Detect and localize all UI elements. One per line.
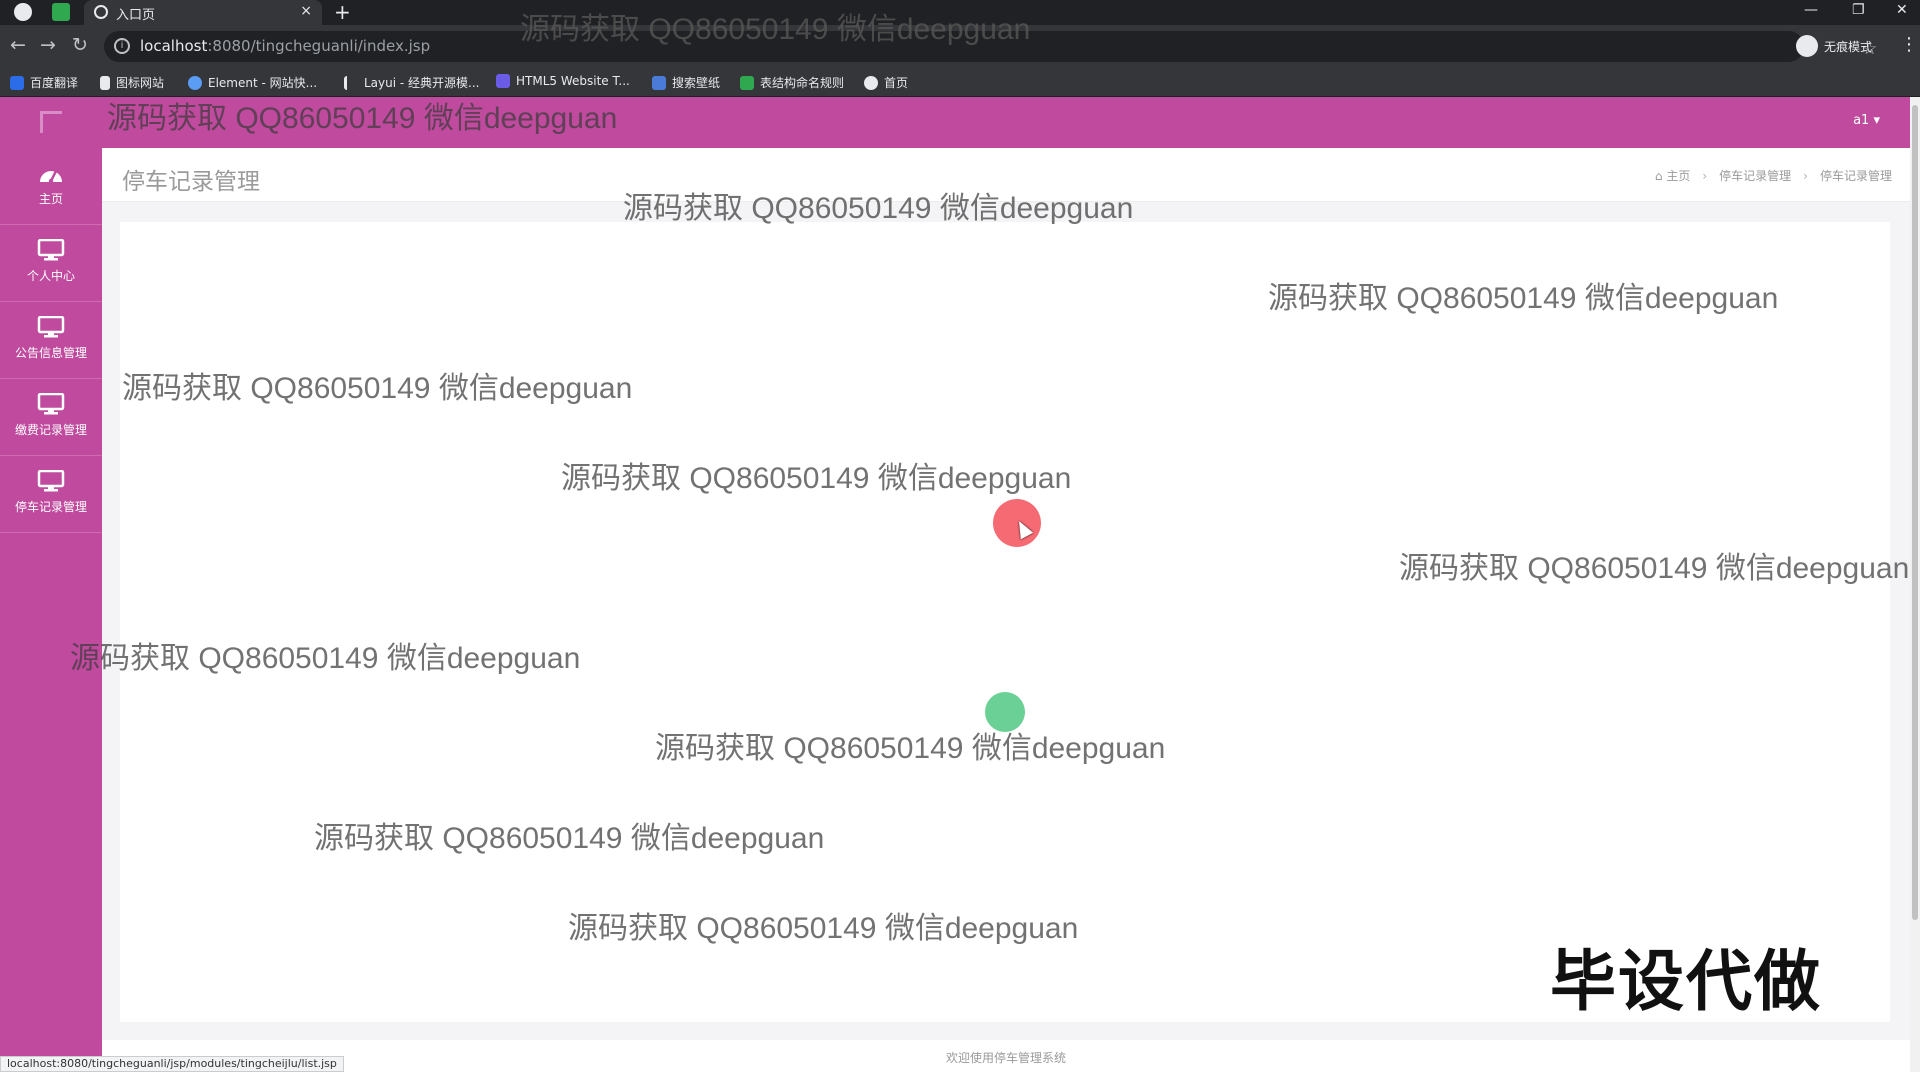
bookmark-label: 表结构命名规则 — [760, 76, 845, 90]
stamp-text: 毕设代做 — [1550, 943, 1822, 1020]
element-icon — [188, 75, 202, 90]
monitor-icon — [37, 239, 65, 261]
monitor-icon — [37, 316, 65, 338]
sidebar: 主页 个人中心 公告信息管理 缴费记录管理 停车记录管理 — [0, 97, 102, 1072]
layui-icon — [344, 75, 358, 90]
sidebar-item-label: 停车记录管理 — [14, 500, 87, 514]
sidebar-item-notices[interactable]: 公告信息管理 — [0, 302, 102, 379]
page-scrollbar[interactable] — [1910, 97, 1920, 1072]
wallpaper-icon — [652, 75, 666, 90]
footer: 欢迎使用停车管理系统 — [102, 1040, 1910, 1072]
breadcrumb-item: 停车记录管理 — [1819, 169, 1892, 183]
sidebar-item-payments[interactable]: 缴费记录管理 — [0, 379, 102, 456]
page-header: 停车记录管理 ⌂ 主页 › 停车记录管理 › 停车记录管理 — [102, 148, 1910, 202]
browser-menu-icon[interactable] — [14, 3, 32, 21]
sidebar-item-home[interactable]: 主页 — [0, 148, 102, 225]
back-icon[interactable]: ← — [10, 34, 26, 56]
scrollbar-thumb[interactable] — [1912, 105, 1918, 920]
bookmark-item[interactable]: 图标网站 — [100, 74, 164, 91]
breadcrumb-home[interactable]: ⌂ 主页 — [1655, 167, 1690, 184]
user-menu[interactable]: a1 ▾ — [1853, 113, 1880, 128]
bookmark-label: 图标网站 — [116, 76, 165, 90]
chevron-right-icon: › — [1803, 168, 1808, 183]
window-close-icon[interactable]: ✕ — [1896, 2, 1908, 18]
bookmark-item[interactable]: Element - 网站快... — [188, 74, 317, 91]
monitor-icon — [37, 470, 65, 492]
tab-close-icon[interactable]: × — [300, 3, 312, 19]
click-indicator — [985, 692, 1025, 732]
breadcrumb-label: 主页 — [1666, 169, 1691, 183]
dashboard-icon — [40, 170, 62, 184]
bookmark-item[interactable]: HTML5 Website T... — [496, 74, 630, 88]
chevron-right-icon: › — [1702, 168, 1708, 183]
globe-icon — [864, 75, 878, 90]
page-title: 停车记录管理 — [122, 169, 260, 195]
more-menu-icon[interactable]: ⋮ — [1900, 34, 1918, 55]
bookmark-item[interactable]: 表结构命名规则 — [740, 74, 844, 91]
address-toolbar: ← → ↻ i localhost:8080/tingcheguanli/ind… — [0, 25, 1920, 68]
logo — [40, 111, 62, 133]
tab-title: 入口页 — [116, 8, 156, 23]
url-path: :8080/tingcheguanli/index.jsp — [207, 37, 431, 55]
globe-icon — [94, 5, 108, 19]
top-navbar: a1 ▾ — [0, 97, 1920, 148]
bookmark-item[interactable]: 首页 — [864, 74, 908, 91]
bookmark-item[interactable]: 搜索壁纸 — [652, 74, 720, 91]
pinned-tab-icon[interactable] — [52, 3, 70, 21]
app-root: a1 ▾ 主页 个人中心 公告信息管理 缴费记录管理 停车记录管理 停车记录管理… — [0, 97, 1920, 1072]
url-text[interactable]: localhost:8080/tingcheguanli/index.jsp — [140, 37, 430, 55]
html5-icon — [496, 74, 510, 88]
flag-icon — [100, 75, 110, 90]
footer-text: 欢迎使用停车管理系统 — [945, 1051, 1066, 1065]
address-bar[interactable]: i localhost:8080/tingcheguanli/index.jsp… — [104, 31, 1877, 62]
browser-tab-active[interactable]: 入口页 × — [84, 0, 322, 25]
bookmark-label: Element - 网站快... — [208, 76, 318, 90]
sidebar-item-parking[interactable]: 停车记录管理 — [0, 456, 102, 533]
incognito-label[interactable]: 无痕模式 — [1824, 38, 1872, 55]
sheet-icon — [740, 75, 754, 90]
home-icon: ⌂ — [1654, 169, 1663, 183]
breadcrumb-item[interactable]: 停车记录管理 — [1719, 167, 1791, 184]
content-panel — [120, 222, 1890, 1022]
translate-icon — [10, 75, 24, 90]
bookmark-label: Layui - 经典开源模... — [364, 76, 480, 90]
restore-icon[interactable]: ❐ — [1852, 2, 1865, 18]
new-tab-button[interactable]: + — [334, 1, 351, 23]
bookmark-label: 搜索壁纸 — [672, 76, 721, 90]
bookmark-item[interactable]: 百度翻译 — [10, 74, 78, 91]
incognito-icon[interactable] — [1796, 35, 1818, 57]
url-host: localhost — [140, 37, 208, 55]
browser-tab-strip: 入口页 × + — ❐ ✕ — [0, 0, 1920, 25]
minimize-icon[interactable]: — — [1804, 2, 1818, 18]
sidebar-item-label: 缴费记录管理 — [14, 423, 87, 437]
bookmark-item[interactable]: Layui - 经典开源模... — [344, 74, 479, 91]
bookmark-label: 百度翻译 — [30, 76, 79, 90]
monitor-icon — [37, 393, 65, 415]
bookmark-label: 首页 — [884, 76, 909, 90]
forward-icon[interactable]: → — [40, 34, 56, 56]
reload-icon[interactable]: ↻ — [72, 34, 88, 56]
sidebar-item-label: 主页 — [38, 192, 63, 206]
bookmark-label: HTML5 Website T... — [516, 74, 630, 88]
sidebar-item-label: 个人中心 — [26, 269, 75, 283]
breadcrumb: ⌂ 主页 › 停车记录管理 › 停车记录管理 — [1655, 167, 1892, 184]
bookmarks-bar: 百度翻译 图标网站 Element - 网站快... Layui - 经典开源模… — [0, 68, 1920, 97]
sidebar-item-profile[interactable]: 个人中心 — [0, 225, 102, 302]
sidebar-item-label: 公告信息管理 — [14, 346, 87, 360]
info-icon[interactable]: i — [114, 38, 130, 54]
status-url: localhost:8080/tingcheguanli/jsp/modules… — [0, 1056, 344, 1072]
